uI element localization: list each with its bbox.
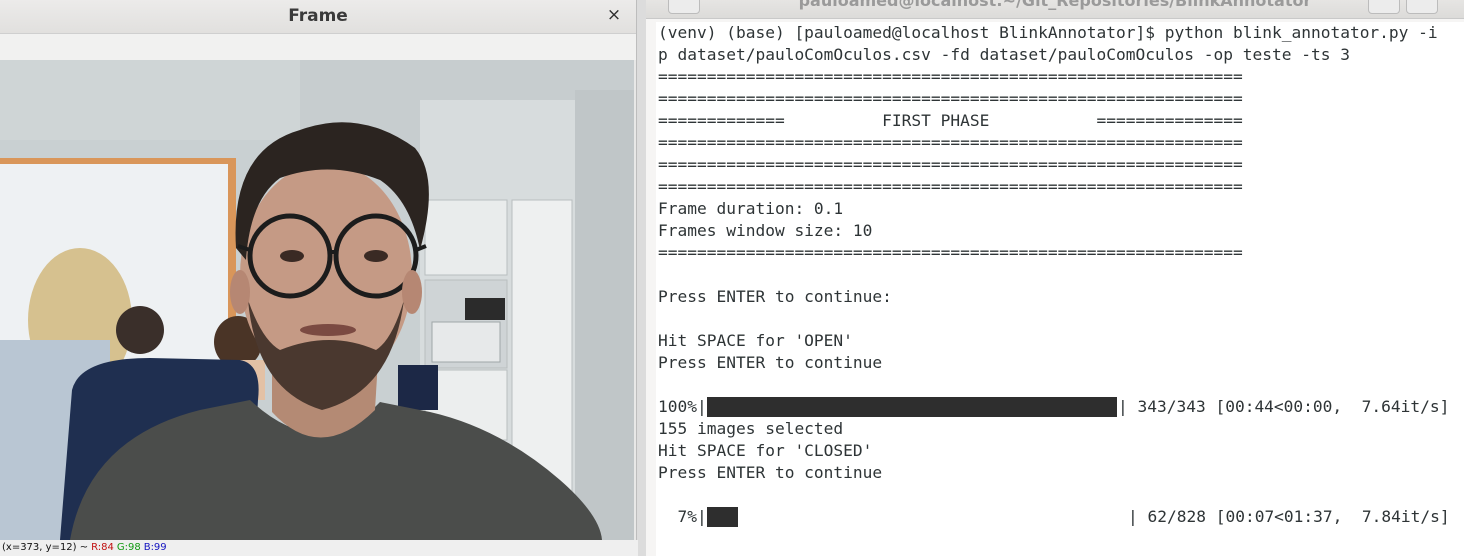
webcam-image [0,60,634,540]
terminal-line: ========================================… [658,133,1243,152]
pixel-coords: (x=373, y=12) ~ [2,542,89,553]
terminal-line: ========================================… [658,89,1243,108]
progress-bar-fill [707,507,738,527]
terminal-line: ============= FIRST PHASE ==============… [658,111,1243,130]
progress-bar-fill [707,397,1117,417]
pixel-green-value: G:98 [116,542,141,553]
terminal-line: Hit SPACE for 'CLOSED' [658,441,873,460]
terminal-output[interactable]: (venv) (base) [pauloamed@localhost Blink… [656,22,1464,556]
progress-stats: | 343/343 [00:44<00:00, 7.64it/s] [1118,397,1450,416]
minimize-icon[interactable] [1406,0,1438,14]
terminal-line: ========================================… [658,177,1243,196]
progress-percent-label: 100%| [658,397,707,416]
camera-frame-image [0,60,634,540]
terminal-line: Press ENTER to continue [658,353,883,372]
progress-percent-label: 7%| [658,507,707,526]
terminal-line: Frame duration: 0.1 [658,199,844,218]
terminal-line: Frames window size: 10 [658,221,873,240]
frame-title: Frame [288,6,348,26]
terminal-line: (venv) (base) [pauloamed@localhost Blink… [658,23,1438,42]
pixel-blue-value: B:99 [143,542,167,553]
menu-icon[interactable] [1368,0,1400,14]
terminal-line: ========================================… [658,243,1243,262]
frame-toolbar [0,34,636,60]
frame-statusbar: (x=373, y=12) ~ R:84 G:98 B:99 [0,540,638,556]
terminal-line: Press ENTER to continue [658,463,883,482]
frame-titlebar[interactable]: Frame × [0,0,636,34]
terminal-line: p dataset/pauloComOculos.csv -fd dataset… [658,45,1350,64]
terminal-title: pauloamed@localhost:~/Git_Repositories/B… [798,0,1312,10]
terminal-window: pauloamed@localhost:~/Git_Repositories/B… [646,0,1464,556]
progress-stats: | 62/828 [00:07<01:37, 7.84it/s] [1128,507,1450,526]
terminal-line: ========================================… [658,67,1243,86]
terminal-headerbar[interactable]: pauloamed@localhost:~/Git_Repositories/B… [646,0,1464,19]
frame-window: Frame × (x=373, y=12) ~ R:84 G:98 B:99 [0,0,638,556]
terminal-line: Press ENTER to continue: [658,287,892,306]
pixel-red-value: R:84 [91,542,114,553]
terminal-line: Hit SPACE for 'OPEN' [658,331,853,350]
terminal-line: ========================================… [658,155,1243,174]
close-icon[interactable]: × [604,4,624,26]
terminal-line: 155 images selected [658,419,844,438]
